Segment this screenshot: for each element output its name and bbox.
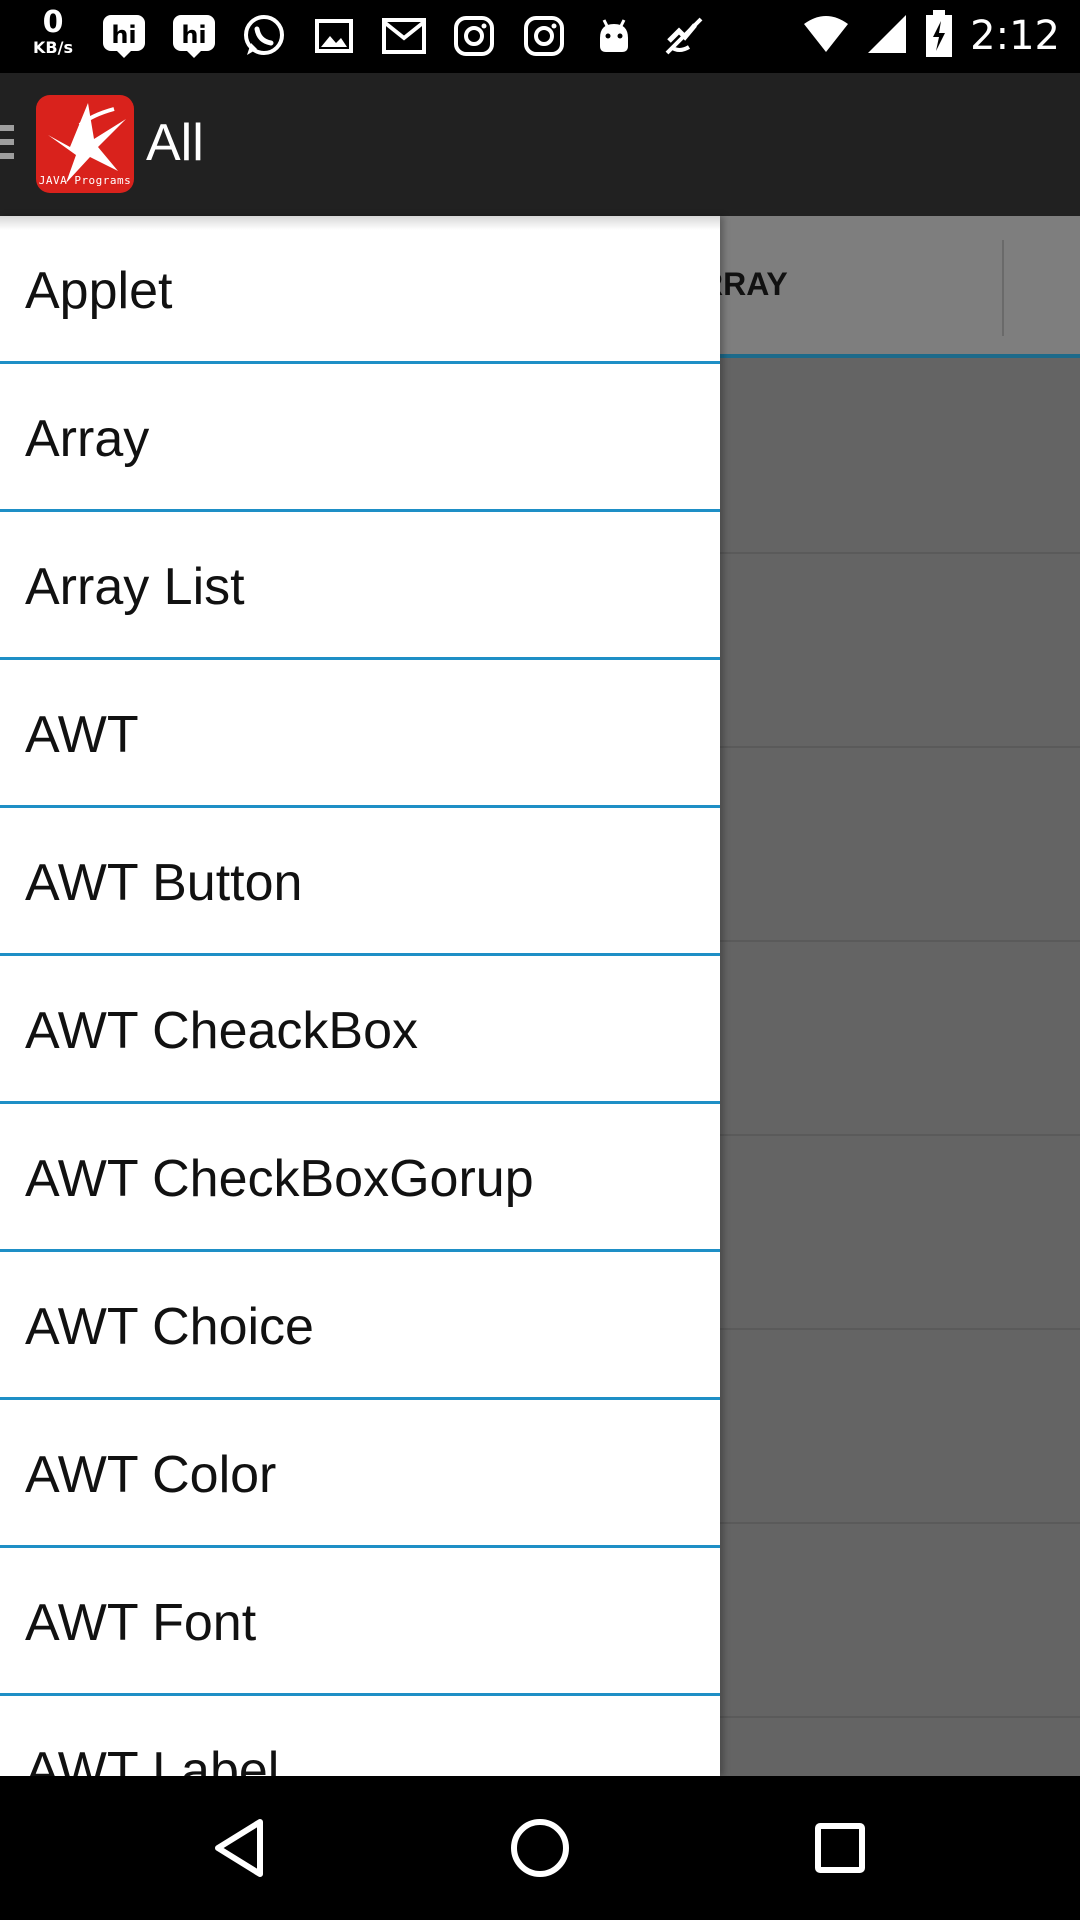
svg-text:hi: hi: [181, 21, 206, 49]
signal-icon: [866, 13, 908, 59]
drawer-item-awt-color[interactable]: AWT Color: [0, 1400, 720, 1548]
drawer-item-label: AWT CheackBox: [25, 1002, 419, 1060]
drawer-item-label: AWT Label: [25, 1742, 280, 1776]
logo-text: JAVA Programs: [38, 174, 132, 187]
drawer-item-awt-label[interactable]: AWT Label: [0, 1696, 720, 1776]
drawer-item-awt-font[interactable]: AWT Font: [0, 1548, 720, 1696]
drawer-item-label: AWT Font: [25, 1594, 257, 1652]
drawer-item-label: AWT Choice: [25, 1298, 314, 1356]
network-speed: 0 KB/s: [28, 8, 78, 56]
gmail-icon: [378, 10, 430, 62]
wifi-icon: [802, 14, 850, 58]
list-divider: [700, 1328, 1080, 1330]
list-divider: [700, 1522, 1080, 1524]
drawer-item-applet[interactable]: Applet: [0, 216, 720, 364]
network-speed-value: 0: [42, 5, 64, 40]
drawer-item-label: Applet: [25, 262, 173, 320]
status-bar: 0 KB/s hi hi 2:12: [0, 0, 1080, 73]
drawer-item-label: AWT CheckBoxGorup: [25, 1150, 534, 1208]
drawer-item-awt-cheackbox[interactable]: AWT CheackBox: [0, 956, 720, 1104]
drawer-item-label: Array: [25, 410, 150, 468]
battery-charging-icon: [924, 9, 954, 63]
back-icon[interactable]: [204, 1812, 276, 1884]
tab-divider: [1002, 240, 1004, 336]
list-divider: [700, 940, 1080, 942]
instagram-icon: [448, 10, 500, 62]
drawer-item-label: AWT Button: [25, 854, 303, 912]
app-logo[interactable]: JAVA Programs: [36, 95, 134, 193]
system-nav-bar: [0, 1776, 1080, 1920]
network-speed-unit: KB/s: [33, 38, 73, 57]
navigation-drawer: Applet Array Array List AWT AWT Button A…: [0, 216, 720, 1776]
drawer-item-label: AWT: [25, 706, 139, 764]
menu-icon[interactable]: [0, 125, 14, 165]
home-icon[interactable]: [504, 1812, 576, 1884]
drawer-item-array-list[interactable]: Array List: [0, 512, 720, 660]
list-divider: [700, 1134, 1080, 1136]
page-title: All: [146, 114, 204, 172]
list-divider: [700, 746, 1080, 748]
recents-icon[interactable]: [804, 1812, 876, 1884]
list-divider: [700, 552, 1080, 554]
list-divider: [700, 1716, 1080, 1718]
drawer-item-awt-button[interactable]: AWT Button: [0, 808, 720, 956]
instagram-icon: [518, 10, 570, 62]
android-icon: [588, 10, 640, 62]
gallery-icon: [308, 10, 360, 62]
drawer-item-awt-checkboxgorup[interactable]: AWT CheckBoxGorup: [0, 1104, 720, 1252]
muted-icon: [658, 10, 710, 62]
drawer-item-array[interactable]: Array: [0, 364, 720, 512]
hi-notification-icon: hi: [98, 10, 150, 62]
app-bar: JAVA Programs All: [0, 73, 1080, 216]
hi-notification-icon: hi: [168, 10, 220, 62]
svg-text:hi: hi: [111, 21, 136, 49]
drawer-item-label: Array List: [25, 558, 245, 616]
drawer-item-label: AWT Color: [25, 1446, 277, 1504]
drawer-item-awt[interactable]: AWT: [0, 660, 720, 808]
status-time: 2:12: [970, 13, 1060, 59]
whatsapp-icon: [238, 10, 290, 62]
tab-indicator: [700, 354, 1080, 358]
drawer-item-awt-choice[interactable]: AWT Choice: [0, 1252, 720, 1400]
